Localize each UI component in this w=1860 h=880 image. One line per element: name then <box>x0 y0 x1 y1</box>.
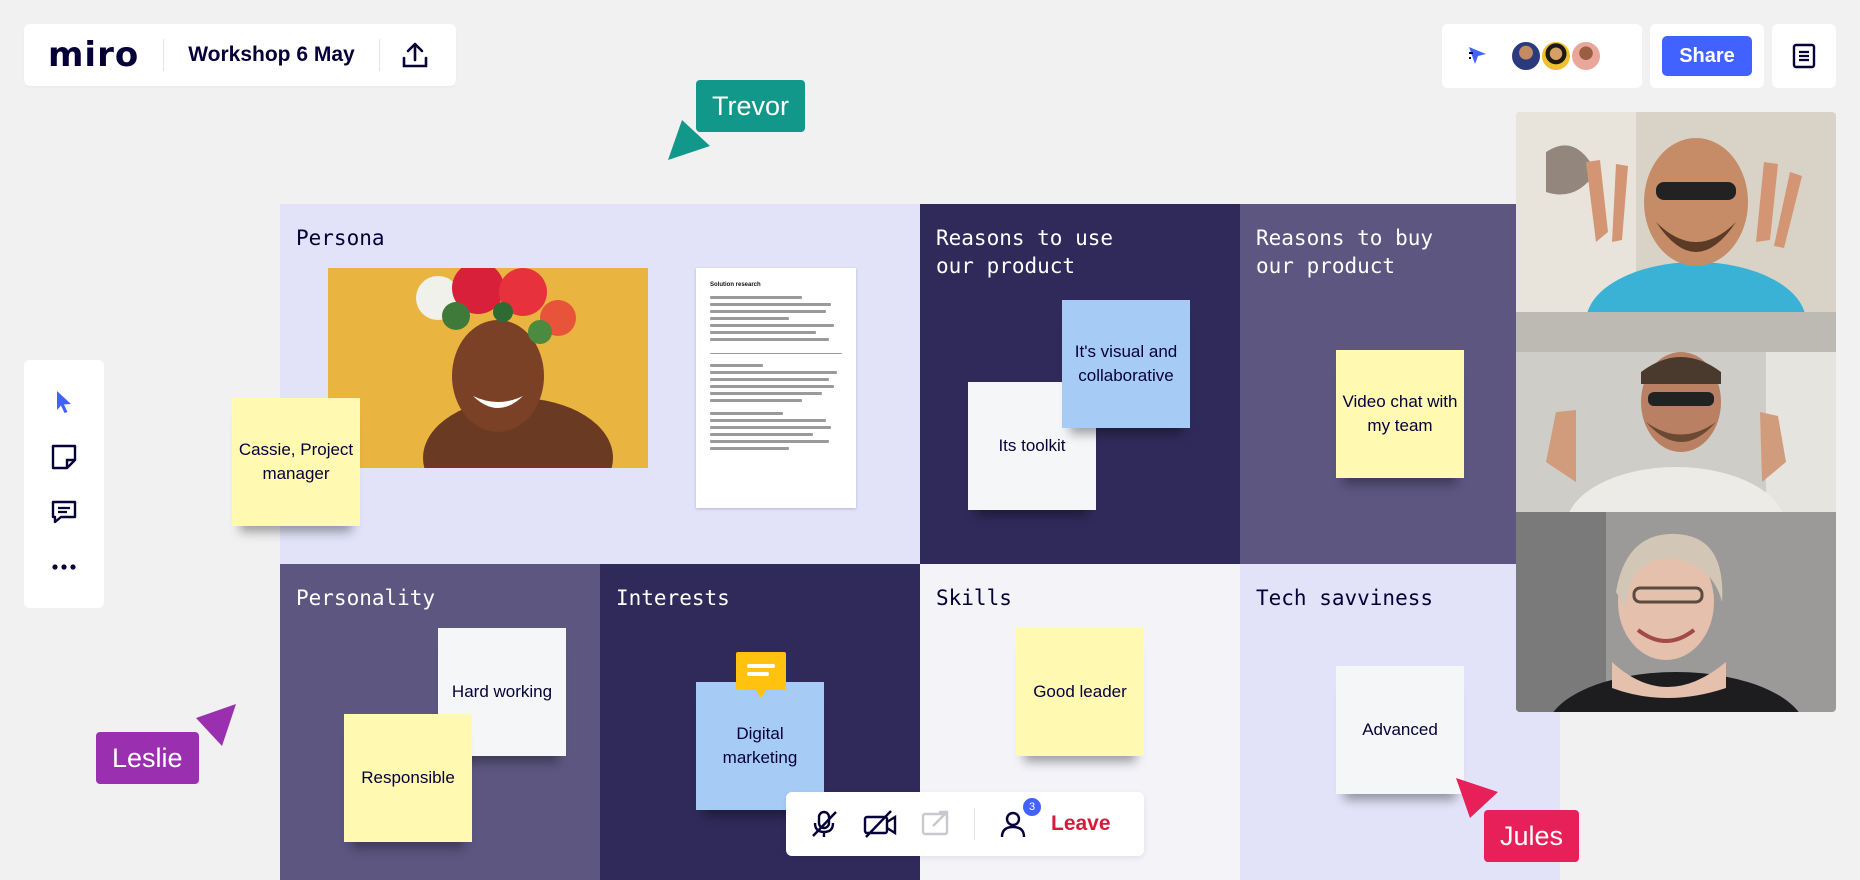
comment-icon <box>51 500 77 523</box>
comment-tool[interactable] <box>44 492 84 532</box>
comment-bubble-icon <box>736 652 786 698</box>
frame-title: Skills <box>936 586 1012 610</box>
sticky-note[interactable]: Video chat with my team <box>1336 350 1464 478</box>
select-tool[interactable] <box>44 382 84 422</box>
sticky-note[interactable]: It's visual and collaborative <box>1062 300 1190 428</box>
leslie-cursor: Leslie <box>96 704 246 784</box>
sticky-note[interactable]: Advanced <box>1336 666 1464 794</box>
pointer-icon <box>57 390 71 413</box>
sticky-note[interactable]: Cassie, Project manager <box>232 398 360 526</box>
jules-cursor: Jules <box>1456 778 1586 862</box>
video-tile[interactable] <box>1516 112 1836 312</box>
participants-count-badge: 3 <box>1023 798 1041 816</box>
participant-video <box>1516 512 1836 712</box>
comment-marker[interactable] <box>734 650 788 702</box>
document-heading: Solution research <box>710 282 761 288</box>
persona-photo[interactable] <box>328 268 648 468</box>
trevor-cursor: Trevor <box>668 80 820 170</box>
upload-icon <box>402 42 428 68</box>
more-icon <box>52 563 76 570</box>
share-container: Share <box>1650 24 1764 88</box>
export-button[interactable] <box>380 24 450 86</box>
cursor-label: Leslie <box>96 732 199 784</box>
frame-title: Interests <box>616 586 730 610</box>
microphone-off-icon <box>812 810 837 837</box>
notes-button[interactable] <box>1772 24 1836 88</box>
avatar[interactable] <box>1510 40 1542 72</box>
divider <box>974 808 975 840</box>
frame-title: Tech savviness <box>1256 586 1434 610</box>
board-header: miro Workshop 6 May <box>24 24 456 86</box>
cursor-label: Jules <box>1484 810 1580 862</box>
screen-share-icon <box>921 810 949 836</box>
video-tile[interactable] <box>1516 312 1836 512</box>
sticky-note-tool[interactable] <box>44 437 84 477</box>
more-tools[interactable] <box>44 547 84 587</box>
left-toolbar <box>24 360 104 608</box>
document-icon <box>1792 43 1816 69</box>
document-body <box>710 296 842 450</box>
sticky-note-icon <box>51 444 77 469</box>
frame-title: Personality <box>296 586 436 610</box>
frame-title: Reasons to buy our product <box>1256 226 1434 278</box>
frame-title: Persona <box>296 226 385 250</box>
attention-cursor-icon[interactable] <box>1466 44 1490 68</box>
participant-video <box>1516 312 1836 512</box>
collaborators-bar <box>1442 24 1642 88</box>
participants-button[interactable]: 3 <box>995 798 1041 842</box>
cursor-label: Trevor <box>696 80 806 132</box>
participant-video <box>1516 112 1836 312</box>
collaborator-avatars[interactable] <box>1510 40 1602 72</box>
sticky-note[interactable]: Good leader <box>1016 628 1144 756</box>
camera-toggle-button[interactable] <box>862 806 898 842</box>
board-title[interactable]: Workshop 6 May <box>164 43 378 67</box>
persona-portrait <box>328 268 648 468</box>
share-button[interactable]: Share <box>1662 36 1752 76</box>
call-controls-bar: 3 Leave <box>786 792 1144 856</box>
miro-logo[interactable]: miro <box>24 35 163 75</box>
camera-off-icon <box>863 810 897 838</box>
cursor-arrow-icon <box>196 704 236 746</box>
sticky-note[interactable]: Responsible <box>344 714 472 842</box>
research-document[interactable]: Solution research <box>696 268 856 508</box>
avatar[interactable] <box>1540 40 1572 72</box>
person-icon <box>1000 811 1026 838</box>
leave-call-button[interactable]: Leave <box>1051 812 1111 836</box>
screen-share-button[interactable] <box>918 806 954 842</box>
mute-microphone-button[interactable] <box>806 806 842 842</box>
frame-title: Reasons to use our product <box>936 226 1114 278</box>
avatar[interactable] <box>1570 40 1602 72</box>
video-tile[interactable] <box>1516 512 1836 712</box>
